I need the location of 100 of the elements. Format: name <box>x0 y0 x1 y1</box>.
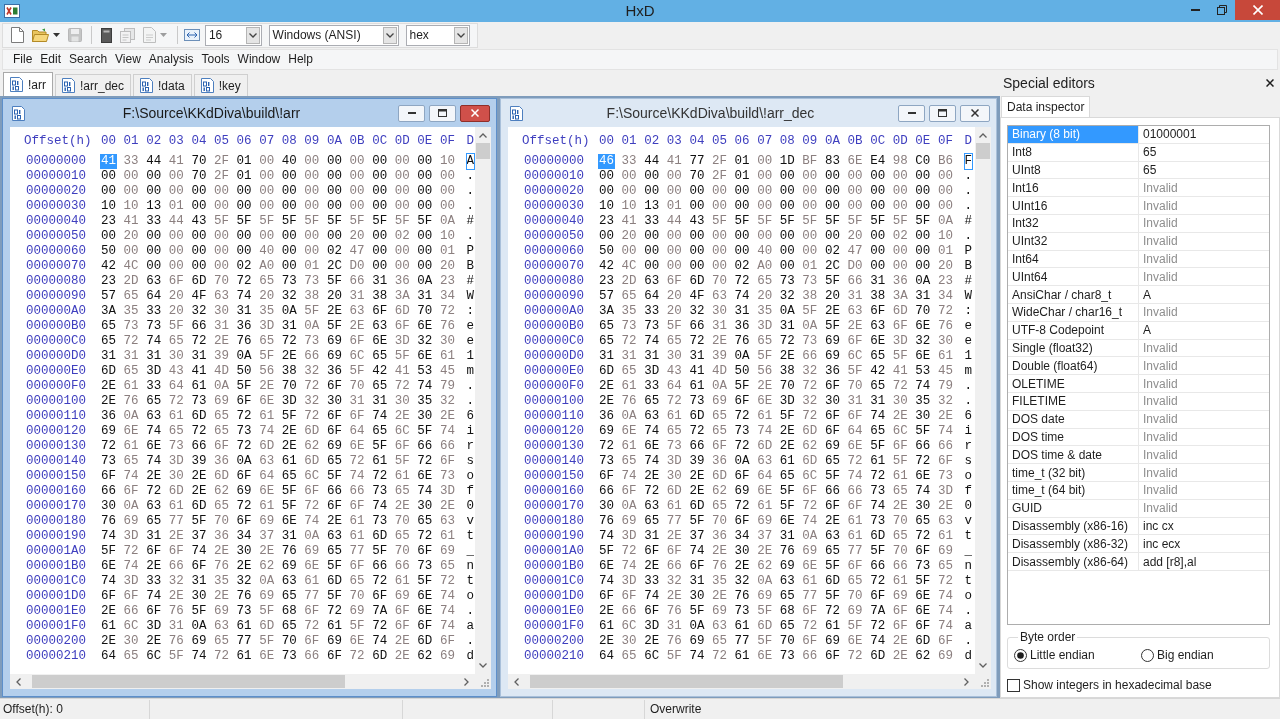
caret-up-icon[interactable] <box>979 133 987 138</box>
hex-byte[interactable]: 50 <box>598 244 615 259</box>
hex-byte[interactable]: 65 <box>665 424 683 439</box>
decoded-char[interactable]: B <box>466 259 474 274</box>
inspector-label[interactable]: UInt8 <box>1008 161 1139 179</box>
hex-byte[interactable]: 00 <box>891 184 909 199</box>
hex-byte[interactable]: 2E <box>891 499 909 514</box>
hex-byte[interactable]: 00 <box>235 199 253 214</box>
hex-byte[interactable]: 69 <box>936 544 954 559</box>
hex-byte[interactable]: 61 <box>733 619 751 634</box>
hex-byte[interactable]: 6F <box>235 469 253 484</box>
hex-byte[interactable]: 5F <box>823 469 841 484</box>
hex-byte[interactable]: 3D <box>936 484 954 499</box>
hex-byte[interactable]: 0A <box>914 274 932 289</box>
hex-byte[interactable]: 64 <box>643 289 661 304</box>
hex-byte[interactable]: 6E <box>869 334 887 349</box>
hex-byte[interactable]: 5F <box>778 409 796 424</box>
decoded-char[interactable]: . <box>964 379 972 394</box>
hex-byte[interactable]: 5F <box>235 214 253 229</box>
hex-byte[interactable]: 5F <box>167 649 185 664</box>
hex-byte[interactable]: 2C <box>325 259 343 274</box>
hex-byte[interactable]: 00 <box>348 154 366 169</box>
hex-byte[interactable]: 61 <box>348 529 366 544</box>
hex-byte[interactable]: 6F <box>235 514 253 529</box>
hex-byte[interactable]: 13 <box>643 199 661 214</box>
hex-byte[interactable]: 00 <box>393 199 411 214</box>
hex-byte[interactable]: 76 <box>235 334 253 349</box>
hex-byte[interactable]: 6F <box>122 484 140 499</box>
hex-byte[interactable]: 6C <box>891 424 909 439</box>
inspector-label[interactable]: Disassembly (x86-32) <box>1008 535 1139 553</box>
inspector-label[interactable]: Int16 <box>1008 179 1139 197</box>
hex-byte[interactable]: 65 <box>756 334 774 349</box>
hex-byte[interactable]: 5F <box>416 214 434 229</box>
hex-byte[interactable]: 5F <box>914 574 932 589</box>
hex-byte[interactable]: 37 <box>688 529 706 544</box>
hex-byte[interactable]: 31 <box>348 394 366 409</box>
hex-byte[interactable]: 0A <box>303 319 321 334</box>
hex-byte[interactable]: 6C <box>122 619 140 634</box>
hex-byte[interactable]: 73 <box>167 439 185 454</box>
hex-byte[interactable]: 2E <box>756 544 774 559</box>
hex-byte[interactable]: 74 <box>756 424 774 439</box>
hex-byte[interactable]: 61 <box>778 454 796 469</box>
hex-byte[interactable]: 36 <box>212 529 230 544</box>
horizontal-scrollbar[interactable] <box>508 674 975 689</box>
hex-byte[interactable]: 00 <box>393 244 411 259</box>
hex-byte[interactable]: 77 <box>167 514 185 529</box>
hex-byte[interactable]: 0A <box>756 574 774 589</box>
hex-byte[interactable]: 31 <box>688 349 706 364</box>
hex-byte[interactable]: 65 <box>643 514 661 529</box>
hex-byte[interactable]: 61 <box>823 619 841 634</box>
hex-byte[interactable]: 00 <box>823 229 841 244</box>
hex-byte[interactable]: 00 <box>665 244 683 259</box>
hex-byte[interactable]: 00 <box>393 259 411 274</box>
hex-byte[interactable]: 00 <box>258 199 276 214</box>
decoded-char[interactable]: . <box>466 394 474 409</box>
hex-byte[interactable]: 36 <box>393 274 411 289</box>
hex-byte[interactable]: 2E <box>891 634 909 649</box>
decoded-char[interactable]: o <box>964 469 972 484</box>
hex-byte[interactable]: 5F <box>280 409 298 424</box>
hex-byte[interactable]: 6C <box>846 349 864 364</box>
hex-byte[interactable]: 2E <box>212 544 230 559</box>
hex-byte[interactable]: 74 <box>348 469 366 484</box>
hex-byte[interactable]: 6F <box>348 559 366 574</box>
hex-byte[interactable]: 31 <box>145 349 163 364</box>
hex-byte[interactable]: 32 <box>303 394 321 409</box>
hex-byte[interactable]: 77 <box>801 589 819 604</box>
decoded-char[interactable]: r <box>964 439 972 454</box>
hex-byte[interactable]: 77 <box>688 154 706 169</box>
hex-byte[interactable]: 2E <box>710 334 728 349</box>
hex-byte[interactable]: 61 <box>303 574 321 589</box>
hex-byte[interactable]: 00 <box>190 199 208 214</box>
hex-byte[interactable]: 30 <box>914 499 932 514</box>
hex-byte[interactable]: 02 <box>891 229 909 244</box>
hex-byte[interactable]: 74 <box>643 334 661 349</box>
hex-byte[interactable]: 69 <box>325 334 343 349</box>
document-tab[interactable]: !data <box>133 74 192 96</box>
hex-byte[interactable]: 53 <box>914 364 932 379</box>
minimize-button[interactable] <box>398 104 425 122</box>
hex-byte[interactable]: 2E <box>823 514 841 529</box>
hex-byte[interactable]: 3D <box>393 334 411 349</box>
hex-byte[interactable]: 61 <box>348 514 366 529</box>
hex-byte[interactable]: 00 <box>846 184 864 199</box>
hex-byte[interactable]: 00 <box>756 154 774 169</box>
hex-byte[interactable]: 64 <box>100 649 117 664</box>
hex-byte[interactable]: 2F <box>710 154 728 169</box>
hex-byte[interactable]: 5F <box>212 214 230 229</box>
hex-byte[interactable]: 32 <box>914 334 932 349</box>
hex-byte[interactable]: 6E <box>416 319 434 334</box>
hex-byte[interactable]: 00 <box>325 169 343 184</box>
hex-byte[interactable]: 70 <box>914 304 932 319</box>
hex-byte[interactable]: 6D <box>416 634 434 649</box>
hex-byte[interactable]: 00 <box>869 184 887 199</box>
restore-button[interactable] <box>929 104 956 122</box>
hex-byte[interactable]: 0A <box>122 499 140 514</box>
hex-byte[interactable]: 31 <box>733 304 751 319</box>
hex-byte[interactable]: 65 <box>145 514 163 529</box>
hex-byte[interactable]: 6D <box>891 304 909 319</box>
hex-byte[interactable]: 01 <box>235 154 253 169</box>
decoded-char[interactable]: e <box>964 319 972 334</box>
hex-byte[interactable]: 00 <box>598 184 615 199</box>
